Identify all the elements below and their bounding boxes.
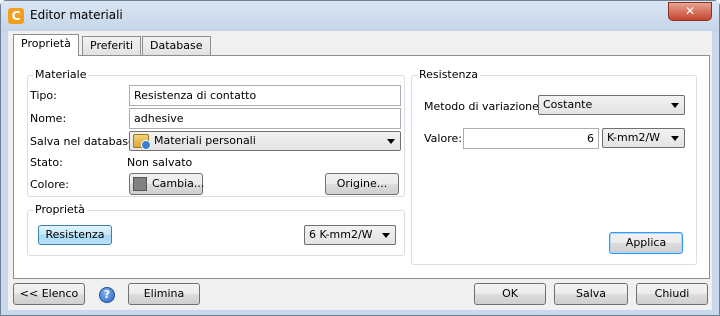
stato-value: Non salvato [127, 156, 193, 169]
tipo-field[interactable]: Resistenza di contatto [129, 85, 401, 106]
dialog-client: Proprietà Preferiti Database Materiale T… [8, 31, 712, 310]
resistenza-button[interactable]: Resistenza [38, 225, 112, 245]
valore-label: Valore: [424, 132, 462, 145]
materiale-group-label: Materiale [33, 68, 89, 81]
chevron-down-icon [382, 233, 390, 238]
proprieta-value-select[interactable]: 6 K-mm2/W [304, 225, 396, 245]
tab-panel-proprieta: Materiale Tipo: Resistenza di contatto N… [13, 55, 710, 279]
chiudi-button[interactable]: Chiudi [636, 283, 708, 305]
tab-proprieta[interactable]: Proprietà [13, 34, 79, 56]
proprieta-group-label: Proprietà [33, 203, 87, 216]
window-title: Editor materiali [30, 8, 123, 22]
chevron-down-icon [671, 136, 679, 141]
resistenza-group-label: Resistenza [417, 68, 481, 81]
unit-value: K-mm2/W [607, 131, 661, 144]
chevron-down-icon [387, 139, 395, 144]
tab-preferiti[interactable]: Preferiti [82, 36, 142, 55]
elenco-button[interactable]: << Elenco [13, 283, 85, 305]
proprieta-group: Proprietà Resistenza 6 K-mm2/W [27, 203, 405, 256]
help-icon[interactable]: ? [99, 287, 115, 303]
nome-input[interactable]: adhesive [129, 108, 401, 129]
database-folder-icon [133, 134, 151, 150]
chevron-down-icon [671, 103, 679, 108]
applica-button[interactable]: Applica [609, 232, 683, 254]
metodo-select[interactable]: Costante [538, 95, 685, 115]
salva-database-value: Materiali personali [154, 134, 256, 147]
metodo-label: Metodo di variazione: [424, 100, 543, 113]
salva-database-label: Salva nel database: [30, 135, 139, 148]
ok-button[interactable]: OK [474, 283, 546, 305]
cambia-colore-label: Cambia... [152, 177, 205, 190]
color-swatch [133, 177, 147, 191]
colore-label: Colore: [30, 178, 69, 191]
app-logo-icon: C [8, 8, 24, 24]
materiale-group: Materiale Tipo: Resistenza di contatto N… [27, 68, 405, 197]
tipo-label: Tipo: [30, 89, 57, 102]
stato-label: Stato: [30, 156, 63, 169]
editor-window: C Editor materiali ✕ Proprietà Preferiti… [0, 0, 720, 316]
salva-database-select[interactable]: Materiali personali [129, 131, 401, 151]
origine-button[interactable]: Origine... [325, 173, 399, 195]
cambia-colore-button[interactable]: Cambia... [129, 173, 205, 195]
title-bar: C Editor materiali ✕ [1, 1, 719, 31]
close-window-button[interactable]: ✕ [668, 2, 712, 21]
unit-select[interactable]: K-mm2/W [602, 128, 685, 148]
metodo-value: Costante [543, 98, 593, 111]
salva-button[interactable]: Salva [554, 283, 628, 305]
elimina-button[interactable]: Elimina [128, 283, 200, 305]
valore-input[interactable]: 6 [463, 128, 599, 149]
resistenza-group: Resistenza Metodo di variazione: Costant… [411, 68, 697, 265]
nome-label: Nome: [30, 112, 67, 125]
proprieta-value: 6 K-mm2/W [309, 228, 373, 241]
tab-database[interactable]: Database [142, 36, 211, 55]
